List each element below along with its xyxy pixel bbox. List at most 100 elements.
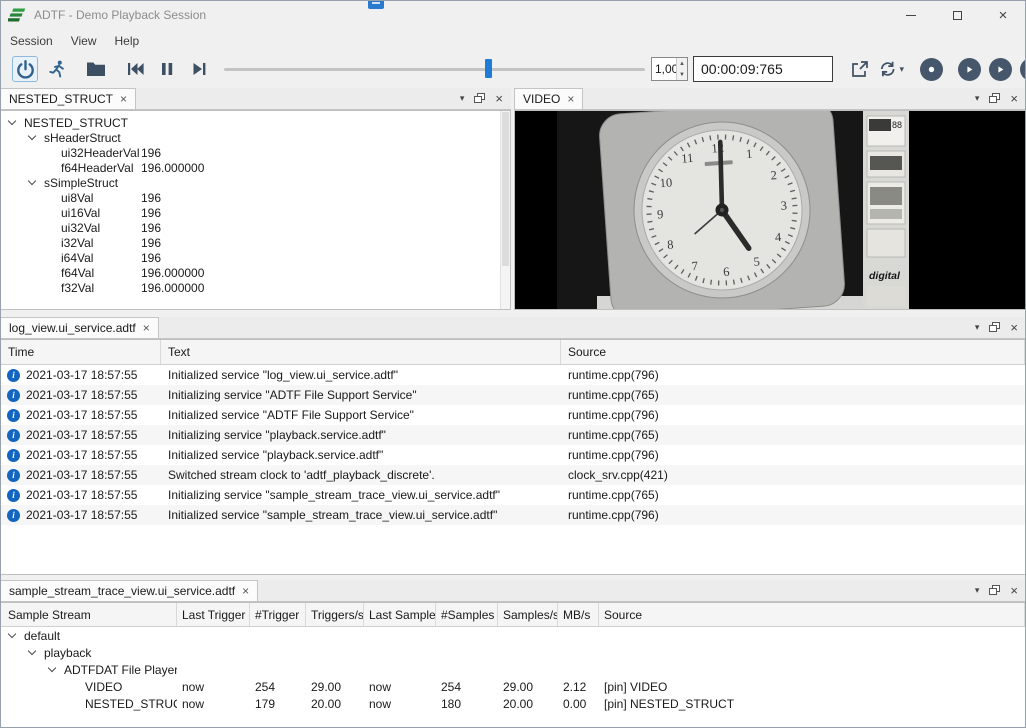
tree-row[interactable]: sSimpleStruct <box>1 175 510 190</box>
expand-chevron-icon[interactable] <box>8 630 16 638</box>
tab-trace-view[interactable]: sample_stream_trace_view.ui_service.adtf… <box>0 580 258 601</box>
column-header-sample-stream[interactable]: Sample Stream <box>1 603 177 626</box>
tree-row[interactable]: f32Val196.000000 <box>1 280 510 295</box>
log-row[interactable]: i2021-03-17 18:57:55 Initialized service… <box>1 365 1025 385</box>
log-row[interactable]: i2021-03-17 18:57:55 Switched stream clo… <box>1 465 1025 485</box>
tab-close-icon[interactable]: × <box>242 585 249 597</box>
speed-spinbox[interactable]: 1,00x ▲ ▼ <box>651 57 688 81</box>
svg-text:7: 7 <box>691 259 698 273</box>
scrollbar-thumb[interactable] <box>502 112 509 266</box>
column-header-text[interactable]: Text <box>161 340 561 364</box>
log-row[interactable]: i2021-03-17 18:57:55 Initializing servic… <box>1 385 1025 405</box>
panel-menu-button[interactable]: ▾ <box>975 93 980 104</box>
tree-row[interactable]: f64Val196.000000 <box>1 265 510 280</box>
column-header-triggers-per-s[interactable]: Triggers/s <box>306 603 364 626</box>
time-display[interactable]: 00:00:09:765 <box>693 56 833 82</box>
expand-chevron-icon[interactable] <box>48 664 56 672</box>
marker-button-1[interactable] <box>920 58 943 81</box>
panel-float-button[interactable] <box>989 321 1000 335</box>
open-folder-button[interactable] <box>83 56 109 82</box>
detach-button[interactable] <box>846 56 872 82</box>
tree-row[interactable]: i64Val196 <box>1 250 510 265</box>
log-rows: i2021-03-17 18:57:55 Initialized service… <box>1 365 1025 525</box>
expand-chevron-icon[interactable] <box>28 647 36 655</box>
trace-row[interactable]: default <box>1 627 1025 644</box>
timeline-slider[interactable] <box>224 56 645 82</box>
panel-float-button[interactable] <box>989 92 1000 106</box>
tree-row[interactable]: ui16Val196 <box>1 205 510 220</box>
panel-close-button[interactable]: × <box>495 92 503 105</box>
panel-float-button[interactable] <box>474 92 485 106</box>
panel-menu-button[interactable]: ▾ <box>460 93 465 104</box>
log-row[interactable]: i2021-03-17 18:57:55 Initializing servic… <box>1 485 1025 505</box>
log-row[interactable]: i2021-03-17 18:57:55 Initialized service… <box>1 505 1025 525</box>
tree-row[interactable]: f64HeaderVal196.000000 <box>1 160 510 175</box>
trace-row[interactable]: VIDEO now 254 29.00 now 254 29.00 2.12 [… <box>1 678 1025 695</box>
tab-close-icon[interactable]: × <box>143 322 150 334</box>
minimize-button[interactable] <box>888 0 934 30</box>
panel-close-button[interactable]: × <box>1010 584 1018 597</box>
maximize-button[interactable] <box>934 0 980 30</box>
column-header-source[interactable]: Source <box>599 603 1025 626</box>
tab-close-icon[interactable]: × <box>120 93 127 105</box>
tab-log-view[interactable]: log_view.ui_service.adtf × <box>0 317 159 338</box>
spin-up-icon[interactable]: ▲ <box>677 58 687 69</box>
column-header-last-sample[interactable]: Last Sample <box>364 603 436 626</box>
panel-close-button[interactable]: × <box>1010 321 1018 334</box>
menu-help[interactable]: Help <box>106 30 149 52</box>
horizontal-splitter-1[interactable] <box>0 310 1026 317</box>
tab-close-icon[interactable]: × <box>567 93 574 105</box>
marker-button-4[interactable] <box>1020 58 1026 81</box>
column-header-samples-per-s[interactable]: Samples/s <box>498 603 558 626</box>
slider-track[interactable] <box>224 68 645 71</box>
slider-handle[interactable] <box>485 59 492 78</box>
tree-row[interactable]: ui32HeaderVal196 <box>1 145 510 160</box>
close-button[interactable]: × <box>980 0 1026 30</box>
tab-nested-struct[interactable]: NESTED_STRUCT × <box>0 88 136 109</box>
tree-label: ui32Val <box>61 221 100 235</box>
panel-menu-button[interactable]: ▾ <box>975 322 980 333</box>
tree-row[interactable]: ui8Val196 <box>1 190 510 205</box>
column-header-mb-per-s[interactable]: MB/s <box>558 603 599 626</box>
expand-chevron-icon[interactable] <box>28 177 36 185</box>
log-row[interactable]: i2021-03-17 18:57:55 Initialized service… <box>1 445 1025 465</box>
power-button[interactable] <box>12 56 38 82</box>
pause-button[interactable] <box>154 56 180 82</box>
column-header-trigger-count[interactable]: #Trigger <box>250 603 306 626</box>
expand-chevron-icon[interactable] <box>8 117 16 125</box>
marker-button-2[interactable] <box>958 58 981 81</box>
tab-video[interactable]: VIDEO × <box>514 88 583 109</box>
log-row[interactable]: i2021-03-17 18:57:55 Initializing servic… <box>1 425 1025 445</box>
loop-dropdown-icon[interactable]: ▾ <box>899 64 904 75</box>
vertical-scrollbar[interactable] <box>500 111 510 309</box>
run-button[interactable] <box>44 56 70 82</box>
tree-row[interactable]: sHeaderStruct <box>1 130 510 145</box>
panel-close-button[interactable]: × <box>1010 92 1018 105</box>
step-forward-button[interactable] <box>186 56 212 82</box>
loop-button[interactable]: ▾ <box>878 56 904 82</box>
marker-button-3[interactable] <box>989 58 1012 81</box>
log-time: 2021-03-17 18:57:55 <box>26 448 137 462</box>
column-header-last-trigger[interactable]: Last Trigger <box>177 603 250 626</box>
spin-down-icon[interactable]: ▼ <box>677 69 687 80</box>
log-time: 2021-03-17 18:57:55 <box>26 468 137 482</box>
skip-to-start-button[interactable] <box>122 56 148 82</box>
tree-row[interactable]: NESTED_STRUCT <box>1 115 510 130</box>
panel-float-button[interactable] <box>989 584 1000 598</box>
tree-row[interactable]: ui32Val196 <box>1 220 510 235</box>
trace-row[interactable]: ADTFDAT File Player <box>1 661 1025 678</box>
column-header-source[interactable]: Source <box>561 340 1025 364</box>
close-icon: × <box>999 8 1008 23</box>
panel-menu-button[interactable]: ▾ <box>975 585 980 596</box>
tree-value: 196 <box>141 191 161 205</box>
tree-row[interactable]: i32Val196 <box>1 235 510 250</box>
menu-view[interactable]: View <box>62 30 106 52</box>
tree-value: 196 <box>141 146 161 160</box>
trace-row[interactable]: NESTED_STRUCT now 179 20.00 now 180 20.0… <box>1 695 1025 712</box>
trace-row[interactable]: playback <box>1 644 1025 661</box>
expand-chevron-icon[interactable] <box>28 132 36 140</box>
column-header-time[interactable]: Time <box>1 340 161 364</box>
menu-session[interactable]: Session <box>1 30 62 52</box>
log-row[interactable]: i2021-03-17 18:57:55 Initialized service… <box>1 405 1025 425</box>
column-header-samples[interactable]: #Samples <box>436 603 498 626</box>
